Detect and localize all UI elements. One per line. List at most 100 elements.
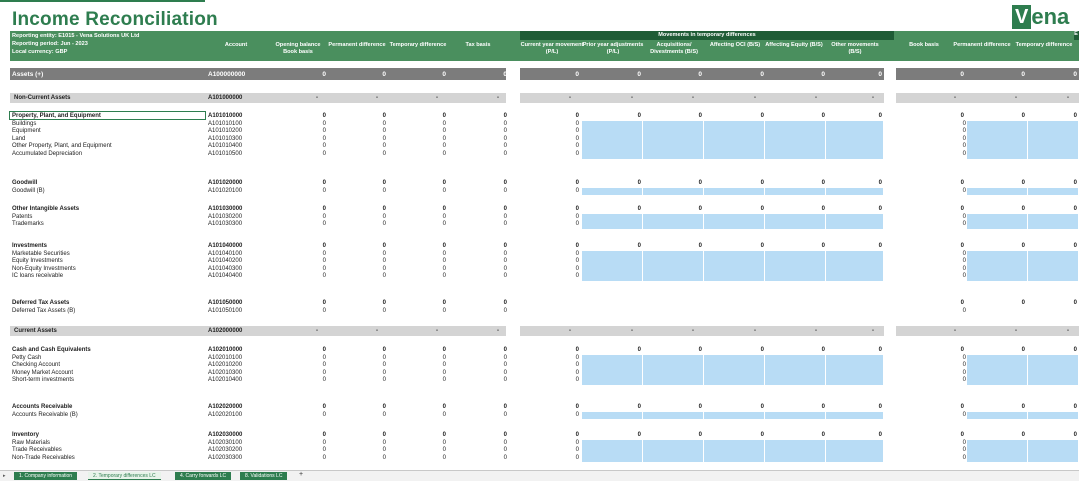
- row-value[interactable]: 0: [346, 151, 386, 159]
- input-cell[interactable]: [765, 362, 826, 370]
- row-value[interactable]: 0: [406, 273, 446, 281]
- row-movement-value[interactable]: 0: [539, 347, 579, 355]
- row-movement-value[interactable]: 0: [539, 214, 579, 222]
- row-value[interactable]: 0: [406, 370, 446, 378]
- row-movement-value[interactable]: 0: [842, 243, 882, 251]
- table-row[interactable]: Other Intangible Assets A101030000 0 0 0 0 0 0 0…: [10, 206, 1079, 214]
- table-row[interactable]: Trade Receivables A102030200 0 0 0 0 0 0: [10, 447, 1079, 455]
- row-value[interactable]: 0: [406, 113, 446, 121]
- row-value[interactable]: 0: [467, 377, 507, 385]
- row-movement-value[interactable]: 0: [785, 113, 825, 121]
- input-cell[interactable]: [582, 454, 643, 463]
- row-value[interactable]: 0: [467, 447, 507, 455]
- row-right-value[interactable]: 0: [985, 300, 1025, 308]
- row-value[interactable]: 0: [467, 136, 507, 144]
- section-dash[interactable]: -: [531, 328, 571, 334]
- row-value[interactable]: 0: [286, 214, 326, 222]
- input-cell[interactable]: [765, 454, 826, 463]
- input-cell[interactable]: [643, 120, 704, 129]
- row-value[interactable]: 0: [346, 143, 386, 151]
- row-right-value[interactable]: 0: [1037, 243, 1077, 251]
- row-value[interactable]: 0: [346, 266, 386, 274]
- input-cell[interactable]: [826, 135, 884, 144]
- input-cell[interactable]: [643, 128, 704, 136]
- input-cell[interactable]: [582, 128, 643, 136]
- section-dash[interactable]: -: [834, 328, 874, 334]
- row-value[interactable]: 0: [346, 412, 386, 420]
- row-value[interactable]: 0: [346, 347, 386, 355]
- section-dash[interactable]: -: [716, 95, 756, 101]
- input-cell[interactable]: [704, 221, 765, 229]
- input-cell[interactable]: [582, 265, 643, 274]
- row-value[interactable]: 0: [467, 440, 507, 448]
- row-value[interactable]: 0: [406, 440, 446, 448]
- input-cell[interactable]: [765, 439, 826, 448]
- assets-value[interactable]: 0: [406, 71, 446, 78]
- input-cell[interactable]: [582, 213, 643, 222]
- row-movement-value[interactable]: 0: [539, 143, 579, 151]
- row-right-value[interactable]: 0: [926, 447, 966, 455]
- row-value[interactable]: 0: [286, 258, 326, 266]
- input-cell[interactable]: [704, 120, 765, 129]
- row-movement-value[interactable]: 0: [539, 188, 579, 196]
- row-value[interactable]: 0: [346, 273, 386, 281]
- row-value[interactable]: 0: [467, 214, 507, 222]
- input-cell[interactable]: [765, 221, 826, 229]
- add-sheet-button[interactable]: +: [294, 471, 308, 479]
- row-right-value[interactable]: 0: [985, 432, 1025, 440]
- input-cell[interactable]: [643, 213, 704, 222]
- input-cell[interactable]: [1028, 439, 1079, 448]
- input-cell[interactable]: [826, 369, 884, 378]
- row-value[interactable]: 0: [346, 362, 386, 370]
- input-cell[interactable]: [967, 120, 1028, 129]
- row-value[interactable]: 0: [467, 221, 507, 229]
- section-dash[interactable]: -: [1029, 95, 1069, 101]
- row-right-value[interactable]: 0: [924, 347, 964, 355]
- input-cell[interactable]: [765, 273, 826, 281]
- row-right-value[interactable]: 0: [926, 362, 966, 370]
- input-cell[interactable]: [1028, 120, 1079, 129]
- row-value[interactable]: 0: [406, 121, 446, 129]
- input-cell[interactable]: [704, 151, 765, 159]
- row-value[interactable]: 0: [467, 455, 507, 463]
- tab-temporary-differences[interactable]: 2. Temporary differences LC: [88, 472, 161, 480]
- input-cell[interactable]: [582, 187, 643, 196]
- section-dash[interactable]: -: [777, 328, 817, 334]
- row-movement-value[interactable]: 0: [539, 447, 579, 455]
- row-right-value[interactable]: 0: [926, 214, 966, 222]
- section-dash[interactable]: -: [338, 328, 378, 334]
- input-cell[interactable]: [1028, 151, 1079, 159]
- row-value[interactable]: 0: [406, 151, 446, 159]
- row-value[interactable]: 0: [406, 243, 446, 251]
- row-value[interactable]: 0: [406, 308, 446, 316]
- row-value[interactable]: 0: [346, 455, 386, 463]
- input-cell[interactable]: [967, 447, 1028, 455]
- table-row[interactable]: Accounts Receivable A102020000 0 0 0 0 0 0 0 0 0 0 0…: [10, 404, 1079, 412]
- row-value[interactable]: 0: [286, 432, 326, 440]
- input-cell[interactable]: [765, 250, 826, 259]
- section-dash[interactable]: -: [278, 328, 318, 334]
- row-right-value[interactable]: 0: [926, 136, 966, 144]
- input-cell[interactable]: [704, 258, 765, 266]
- input-cell[interactable]: [765, 354, 826, 363]
- table-row[interactable]: Other Property, Plant, and Equipment A101…: [10, 143, 1079, 151]
- row-value[interactable]: 0: [467, 121, 507, 129]
- row-movement-value[interactable]: 0: [724, 113, 764, 121]
- input-cell[interactable]: [1028, 213, 1079, 222]
- input-cell[interactable]: [826, 377, 884, 385]
- table-row[interactable]: Non-Equity Investments A101040300 0 0 0 0 0 0: [10, 265, 1079, 274]
- row-movement-value[interactable]: 0: [539, 221, 579, 229]
- assets-value[interactable]: 0: [286, 71, 326, 78]
- row-movement-value[interactable]: 0: [601, 113, 641, 121]
- row-right-value[interactable]: 0: [1037, 404, 1077, 412]
- row-movement-value[interactable]: 0: [539, 412, 579, 420]
- row-movement-value[interactable]: 0: [539, 151, 579, 159]
- row-value[interactable]: 0: [346, 440, 386, 448]
- section-dash[interactable]: -: [916, 95, 956, 101]
- input-cell[interactable]: [1028, 369, 1079, 378]
- input-cell[interactable]: [704, 447, 765, 455]
- input-cell[interactable]: [582, 377, 643, 385]
- row-right-value[interactable]: 0: [926, 188, 966, 196]
- section-dash[interactable]: -: [593, 328, 633, 334]
- input-cell[interactable]: [967, 213, 1028, 222]
